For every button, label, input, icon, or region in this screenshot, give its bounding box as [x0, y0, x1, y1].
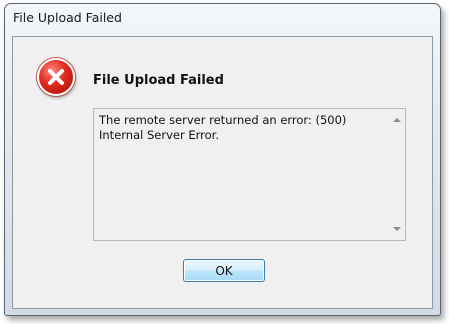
- error-message-box[interactable]: The remote server returned an error: (50…: [93, 108, 406, 241]
- error-icon: [37, 58, 75, 96]
- dialog-heading: File Upload Failed: [93, 73, 224, 88]
- dialog-window: File Upload Failed File Upload Failed Th…: [4, 3, 441, 316]
- window-title: File Upload Failed: [13, 10, 122, 25]
- vertical-scrollbar[interactable]: [389, 109, 405, 240]
- title-bar[interactable]: File Upload Failed: [5, 4, 440, 32]
- scroll-down-arrow-icon[interactable]: [393, 227, 401, 231]
- scroll-up-arrow-icon[interactable]: [393, 118, 401, 122]
- error-message-line: The remote server returned an error: (50…: [99, 113, 347, 127]
- dialog-body: File Upload Failed The remote server ret…: [12, 36, 433, 309]
- ok-button[interactable]: OK: [183, 259, 265, 282]
- error-message-line: Internal Server Error.: [99, 128, 219, 142]
- error-message: The remote server returned an error: (50…: [99, 113, 384, 143]
